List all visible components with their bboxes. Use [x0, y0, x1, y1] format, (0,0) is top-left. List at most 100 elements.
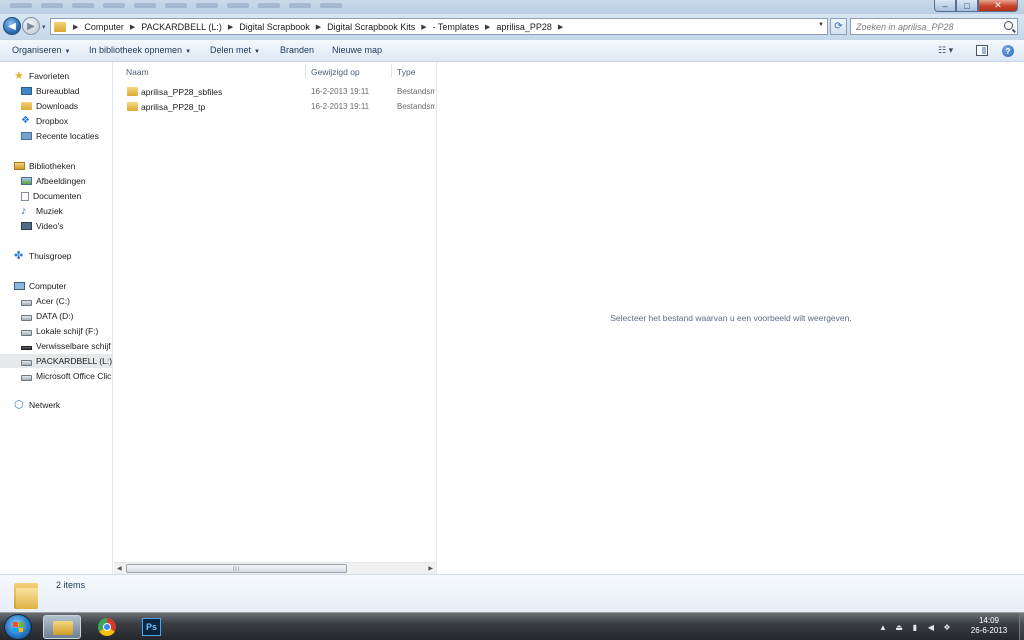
pictures-icon	[21, 177, 32, 185]
star-icon: ★	[14, 70, 24, 82]
nav-label: Recente locaties	[36, 131, 99, 141]
navigation-pane: ★ Favorieten Bureaublad Downloads ❖ Drop…	[0, 62, 113, 574]
file-modified: 16-2-2013 19:11	[311, 87, 370, 96]
nav-homegroup[interactable]: ✤ Thuisgroep	[0, 249, 112, 263]
nav-favorites[interactable]: ★ Favorieten	[0, 69, 112, 83]
taskbar-chrome[interactable]	[88, 615, 126, 639]
column-divider[interactable]	[391, 64, 392, 78]
nav-item-downloads[interactable]: Downloads	[0, 99, 112, 113]
hard-drive-icon	[21, 314, 32, 321]
column-header-type[interactable]: Type	[397, 67, 415, 77]
nav-item-drive-l[interactable]: PACKARDBELL (L:)	[0, 354, 113, 368]
nav-label: PACKARDBELL (L:)	[36, 356, 113, 366]
nav-item-drive-d[interactable]: DATA (D:)	[0, 309, 112, 323]
forward-button[interactable]: ▶	[22, 17, 40, 35]
preview-pane-toggle-icon[interactable]	[976, 45, 988, 56]
nav-item-pictures[interactable]: Afbeeldingen	[0, 174, 112, 188]
column-header-modified[interactable]: Gewijzigd op	[311, 67, 360, 77]
preview-message: Selecteer het bestand waarvan u een voor…	[610, 313, 852, 323]
scrollbar-thumb[interactable]: |||	[126, 564, 347, 573]
hard-drive-icon	[21, 359, 32, 366]
breadcrumb-templates[interactable]: - Templates	[433, 22, 479, 32]
nav-item-removable-drive[interactable]: Verwisselbare schijf	[0, 339, 112, 353]
nav-network[interactable]: ⬡ Netwerk	[0, 398, 112, 412]
new-folder-button[interactable]: Nieuwe map	[332, 45, 382, 55]
nav-computer[interactable]: Computer	[0, 279, 112, 293]
close-button[interactable]: ✕	[978, 0, 1018, 12]
show-hidden-icons-icon[interactable]: ▲	[878, 622, 888, 632]
chevron-right-icon[interactable]: ▶	[130, 23, 135, 31]
volume-icon[interactable]: ◀	[926, 622, 936, 632]
safely-remove-hardware-icon[interactable]: ⏏	[894, 622, 904, 632]
chevron-right-icon[interactable]: ▶	[485, 23, 490, 31]
column-header-name[interactable]: Naam	[126, 67, 149, 77]
breadcrumb-computer[interactable]: Computer	[84, 22, 124, 32]
chevron-right-icon[interactable]: ▶	[316, 23, 321, 31]
chevron-right-icon[interactable]: ▶	[421, 23, 426, 31]
taskbar-photoshop[interactable]: Ps	[133, 615, 171, 639]
search-input[interactable]	[851, 21, 1001, 32]
nav-label: Downloads	[36, 101, 79, 111]
address-dropdown-icon[interactable]: ▼	[818, 22, 824, 28]
caret-down-icon: ▼	[64, 49, 71, 55]
nav-label: Verwisselbare schijf	[36, 341, 111, 351]
nav-item-recent-places[interactable]: Recente locaties	[0, 129, 112, 143]
scroll-right-icon[interactable]: ▶	[428, 565, 433, 572]
network-signal-icon[interactable]: ▮	[910, 622, 920, 632]
desktop-icon	[21, 87, 32, 95]
refresh-button[interactable]: ⟳	[830, 18, 847, 35]
burn-button[interactable]: Branden	[280, 45, 314, 55]
nav-label: DATA (D:)	[36, 311, 74, 321]
scroll-left-icon[interactable]: ◀	[117, 565, 122, 572]
grip-icon: |||	[233, 566, 240, 572]
file-row[interactable]: aprilisa_PP28_tp 16-2-2013 19:11 Bestand…	[114, 100, 436, 114]
explorer-icon	[53, 621, 73, 635]
breadcrumb-aprilisa[interactable]: aprilisa_PP28	[496, 22, 552, 32]
clock[interactable]: 14:09 26-6-2013	[960, 616, 1018, 636]
organize-button[interactable]: Organiseren ▼	[12, 45, 70, 55]
help-icon[interactable]: ?	[1002, 45, 1014, 57]
horizontal-scrollbar[interactable]: ◀ ||| ▶	[114, 562, 436, 574]
nav-item-videos[interactable]: Video's	[0, 219, 112, 233]
chevron-right-icon[interactable]: ▶	[228, 23, 233, 31]
search-icon[interactable]	[1004, 21, 1013, 30]
file-row[interactable]: aprilisa_PP28_sbfiles 16-2-2013 19:11 Be…	[114, 85, 436, 99]
search-box[interactable]	[850, 18, 1018, 35]
taskbar-explorer[interactable]	[43, 615, 81, 639]
nav-item-office-click-to-run[interactable]: Microsoft Office Clic	[0, 369, 112, 383]
breadcrumb-scrapbook-kits[interactable]: Digital Scrapbook Kits	[327, 22, 415, 32]
file-type: Bestandsmap	[397, 87, 435, 96]
nav-item-music[interactable]: ♪ Muziek	[0, 204, 112, 218]
nav-item-drive-f[interactable]: Lokale schijf (F:)	[0, 324, 112, 338]
include-in-library-button[interactable]: In bibliotheek opnemen ▼	[89, 45, 191, 55]
show-desktop-button[interactable]	[1019, 613, 1024, 640]
nav-label: Computer	[29, 281, 67, 291]
file-list-pane: Naam Gewijzigd op Type aprilisa_PP28_sbf…	[114, 62, 436, 574]
recent-pages-dropdown[interactable]: ▾	[42, 23, 46, 31]
change-view-button[interactable]: ☷ ▾	[938, 45, 962, 57]
nav-label: Video's	[36, 221, 64, 231]
address-bar[interactable]: ▶ Computer ▶ PACKARDBELL (L:) ▶ Digital …	[50, 18, 828, 35]
start-button[interactable]	[4, 614, 32, 640]
share-with-button[interactable]: Delen met ▼	[210, 45, 260, 55]
breadcrumb-packardbell[interactable]: PACKARDBELL (L:)	[141, 22, 222, 32]
nav-item-desktop[interactable]: Bureaublad	[0, 84, 112, 98]
caret-down-icon: ▼	[254, 49, 260, 55]
nav-item-documents[interactable]: Documenten	[0, 189, 112, 203]
minimize-button[interactable]: –	[934, 0, 956, 12]
preview-pane: Selecteer het bestand waarvan u een voor…	[436, 62, 1024, 574]
file-name: aprilisa_PP28_sbfiles	[141, 87, 223, 97]
maximize-button[interactable]: □	[956, 0, 978, 12]
dropbox-tray-icon[interactable]: ❖	[942, 622, 952, 632]
breadcrumb-digital-scrapbook[interactable]: Digital Scrapbook	[239, 22, 310, 32]
chevron-right-icon[interactable]: ▶	[73, 23, 78, 31]
item-count: 2 items	[56, 580, 86, 590]
nav-libraries[interactable]: Bibliotheken	[0, 159, 112, 173]
nav-item-dropbox[interactable]: ❖ Dropbox	[0, 114, 112, 128]
chevron-right-icon[interactable]: ▶	[558, 23, 563, 31]
column-divider[interactable]	[305, 64, 306, 78]
nav-item-drive-c[interactable]: Acer (C:)	[0, 294, 112, 308]
back-button[interactable]: ◀	[3, 17, 21, 35]
hard-drive-icon	[21, 374, 32, 381]
folder-icon	[127, 87, 138, 96]
